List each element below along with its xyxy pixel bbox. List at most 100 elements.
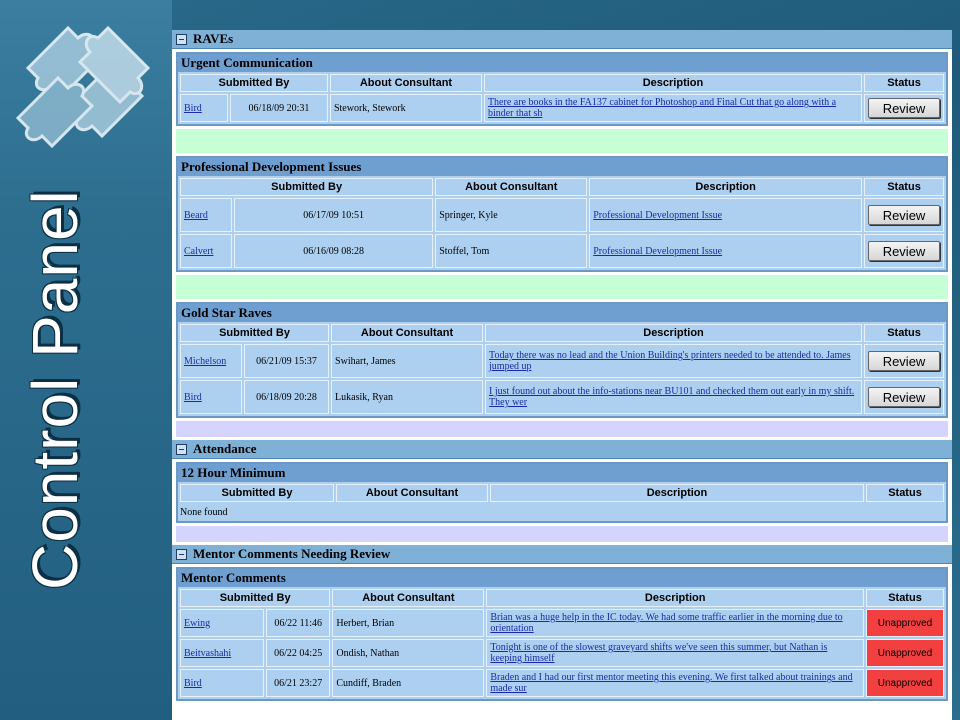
submitter-link[interactable]: Beitvashahi bbox=[184, 648, 231, 659]
gold-star-raves-title: Gold Star Raves bbox=[178, 304, 946, 322]
consultant-cell: Herbert, Brian bbox=[332, 609, 485, 637]
table-row: Calvert 06/16/09 08:28 Stoffel, Tom Prof… bbox=[180, 234, 944, 268]
submitter-link[interactable]: Michelson bbox=[184, 356, 226, 367]
attendance-header-label: Attendance bbox=[193, 441, 257, 456]
consultant-cell: Stoffel, Tom bbox=[435, 234, 588, 268]
consultant-cell: Cundiff, Braden bbox=[332, 669, 485, 697]
description-link[interactable]: Brian was a huge help in the IC today. W… bbox=[490, 612, 842, 634]
professional-development-group: Professional Development Issues Submitte… bbox=[176, 156, 948, 272]
professional-development-table: Submitted By About Consultant Descriptio… bbox=[178, 176, 946, 270]
table-row: Bird 06/18/09 20:28 Lukasik, Ryan I just… bbox=[180, 380, 944, 414]
col-about-consultant: About Consultant bbox=[336, 484, 488, 502]
table-row: Bird 06/18/09 20:31 Stework, Stework The… bbox=[180, 94, 944, 122]
description-link[interactable]: Professional Development Issue bbox=[593, 210, 722, 221]
col-about-consultant: About Consultant bbox=[331, 324, 484, 342]
consultant-cell: Springer, Kyle bbox=[435, 198, 588, 232]
col-submitted-by: Submitted By bbox=[180, 324, 330, 342]
raves-section-header[interactable]: RAVEs bbox=[172, 30, 952, 49]
date-cell: 06/21 23:27 bbox=[266, 669, 331, 697]
professional-development-title: Professional Development Issues bbox=[178, 158, 946, 176]
consultant-cell: Lukasik, Ryan bbox=[331, 380, 484, 414]
date-cell: 06/22 04:25 bbox=[266, 639, 331, 667]
description-link[interactable]: Today there was no lead and the Union Bu… bbox=[489, 350, 851, 372]
collapse-toggle-icon[interactable] bbox=[176, 548, 187, 560]
status-badge: Unapproved bbox=[866, 639, 944, 667]
mentor-comments-table: Submitted By About Consultant Descriptio… bbox=[178, 587, 946, 699]
description-link[interactable]: Tonight is one of the slowest graveyard … bbox=[490, 642, 827, 664]
attendance-section-header[interactable]: Attendance bbox=[172, 440, 952, 459]
mentor-comments-title: Mentor Comments bbox=[178, 569, 946, 587]
table-row: Michelson 06/21/09 15:37 Swihart, James … bbox=[180, 344, 944, 378]
empty-message: None found bbox=[180, 507, 228, 518]
col-status: Status bbox=[864, 324, 944, 342]
twelve-hour-minimum-group: 12 Hour Minimum Submitted By About Consu… bbox=[176, 462, 948, 523]
slide-title: Control Panel bbox=[19, 189, 91, 590]
status-badge: Unapproved bbox=[866, 669, 944, 697]
gold-star-raves-table: Submitted By About Consultant Descriptio… bbox=[178, 322, 946, 416]
date-cell: 06/21/09 15:37 bbox=[244, 344, 330, 378]
col-about-consultant: About Consultant bbox=[329, 74, 482, 92]
col-submitted-by: Submitted By bbox=[180, 74, 328, 92]
review-button[interactable]: Review bbox=[868, 98, 940, 118]
collapse-toggle-icon[interactable] bbox=[176, 33, 187, 45]
description-link[interactable]: Braden and I had our first mentor meetin… bbox=[490, 672, 852, 694]
date-cell: 06/18/09 20:28 bbox=[244, 380, 330, 414]
col-description: Description bbox=[483, 74, 862, 92]
date-cell: 06/17/09 10:51 bbox=[234, 198, 434, 232]
table-row: Bird 06/21 23:27 Cundiff, Braden Braden … bbox=[180, 669, 944, 697]
col-submitted-by: Submitted By bbox=[180, 484, 334, 502]
col-status: Status bbox=[864, 178, 944, 196]
control-panel: RAVEs Urgent Communication Submitted By … bbox=[172, 30, 952, 720]
col-description: Description bbox=[485, 324, 862, 342]
date-cell: 06/18/09 20:31 bbox=[230, 94, 328, 122]
table-row: Beitvashahi 06/22 04:25 Ondish, Nathan T… bbox=[180, 639, 944, 667]
col-description: Description bbox=[490, 484, 864, 502]
status-badge: Unapproved bbox=[866, 609, 944, 637]
urgent-communication-group: Urgent Communication Submitted By About … bbox=[176, 52, 948, 126]
submitter-link[interactable]: Ewing bbox=[184, 618, 210, 629]
description-link[interactable]: Professional Development Issue bbox=[593, 246, 722, 257]
col-description: Description bbox=[486, 589, 864, 607]
section-spacer bbox=[176, 129, 948, 153]
review-button[interactable]: Review bbox=[868, 351, 940, 371]
col-status: Status bbox=[864, 74, 944, 92]
consultant-cell: Swihart, James bbox=[331, 344, 484, 378]
mentor-header-label: Mentor Comments Needing Review bbox=[193, 546, 391, 561]
description-link[interactable]: I just found out about the info-stations… bbox=[489, 386, 854, 408]
col-about-consultant: About Consultant bbox=[435, 178, 588, 196]
consultant-cell: Stework, Stework bbox=[329, 94, 482, 122]
col-submitted-by: Submitted By bbox=[180, 589, 331, 607]
submitter-link[interactable]: Calvert bbox=[184, 246, 213, 257]
twelve-hour-minimum-table: Submitted By About Consultant Descriptio… bbox=[178, 482, 946, 504]
review-button[interactable]: Review bbox=[868, 241, 940, 261]
submitter-link[interactable]: Beard bbox=[184, 210, 208, 221]
section-spacer bbox=[176, 526, 948, 542]
col-about-consultant: About Consultant bbox=[332, 589, 485, 607]
mentor-section-header[interactable]: Mentor Comments Needing Review bbox=[172, 545, 952, 564]
table-row: Ewing 06/22 11:46 Herbert, Brian Brian w… bbox=[180, 609, 944, 637]
col-submitted-by: Submitted By bbox=[180, 178, 434, 196]
section-spacer bbox=[176, 275, 948, 299]
date-cell: 06/16/09 08:28 bbox=[234, 234, 434, 268]
date-cell: 06/22 11:46 bbox=[266, 609, 331, 637]
submitter-link[interactable]: Bird bbox=[184, 103, 202, 114]
review-button[interactable]: Review bbox=[868, 387, 940, 407]
urgent-communication-title: Urgent Communication bbox=[178, 54, 946, 72]
description-link[interactable]: There are books in the FA137 cabinet for… bbox=[488, 97, 836, 119]
decorative-sidebar: Control Panel bbox=[0, 0, 172, 720]
review-button[interactable]: Review bbox=[868, 205, 940, 225]
raves-header-label: RAVEs bbox=[193, 31, 234, 46]
col-status: Status bbox=[866, 484, 944, 502]
table-row: Beard 06/17/09 10:51 Springer, Kyle Prof… bbox=[180, 198, 944, 232]
gold-star-raves-group: Gold Star Raves Submitted By About Consu… bbox=[176, 302, 948, 418]
col-description: Description bbox=[589, 178, 862, 196]
mentor-comments-group: Mentor Comments Submitted By About Consu… bbox=[176, 567, 948, 701]
submitter-link[interactable]: Bird bbox=[184, 392, 202, 403]
urgent-communication-table: Submitted By About Consultant Descriptio… bbox=[178, 72, 946, 124]
section-spacer bbox=[176, 421, 948, 437]
twelve-hour-minimum-title: 12 Hour Minimum bbox=[178, 464, 946, 482]
collapse-toggle-icon[interactable] bbox=[176, 443, 187, 455]
col-status: Status bbox=[866, 589, 944, 607]
submitter-link[interactable]: Bird bbox=[184, 678, 202, 689]
consultant-cell: Ondish, Nathan bbox=[332, 639, 485, 667]
